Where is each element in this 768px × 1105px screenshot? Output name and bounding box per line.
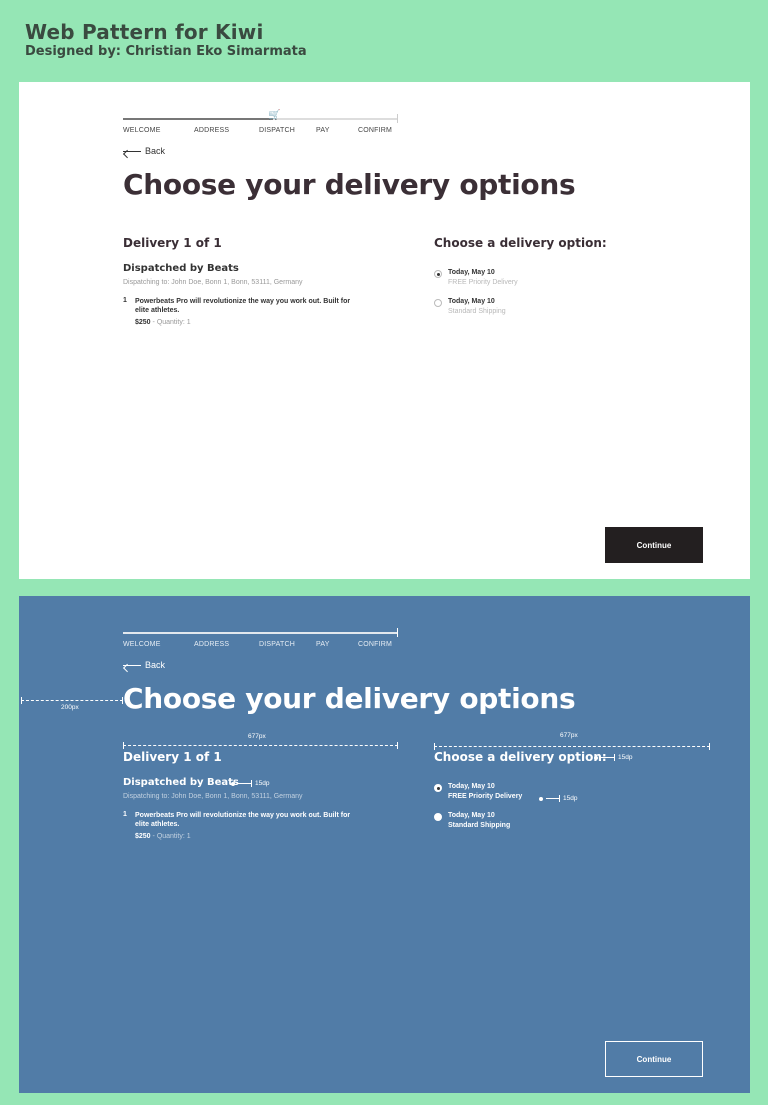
item-number: 1 — [123, 297, 127, 304]
item-description: Powerbeats Pro will revolutionize the wa… — [135, 298, 351, 314]
step-welcome[interactable]: WELCOME — [123, 641, 161, 648]
checkout-mockup-light: 🛒 WELCOME ADDRESS DISPATCH PAY CONFIRM B… — [19, 82, 750, 579]
column-left-width-label: 677px — [248, 733, 266, 740]
delivery-option-priority[interactable]: Today, May 10 FREE Priority Delivery — [434, 783, 522, 800]
delivery-option-priority[interactable]: Today, May 10 FREE Priority Delivery — [434, 269, 518, 286]
delivery-heading: Delivery 1 of 1 — [123, 750, 222, 764]
option-date: Today, May 10 — [448, 812, 495, 819]
item-price-line: $250 - Quantity: 1 — [135, 833, 191, 840]
item-number: 1 — [123, 811, 127, 818]
checkout-mockup-spec: WELCOME ADDRESS DISPATCH PAY CONFIRM Bac… — [19, 596, 750, 1093]
delivery-heading: Delivery 1 of 1 — [123, 236, 222, 250]
item-price: $250 — [135, 833, 151, 840]
step-pay[interactable]: PAY — [316, 641, 330, 648]
back-label: Back — [145, 146, 166, 156]
back-link[interactable]: Back — [123, 660, 165, 670]
arrow-left-icon — [123, 664, 141, 666]
margin-dimension — [21, 697, 123, 704]
continue-button[interactable]: Continue — [605, 527, 703, 563]
spacing-annotation: 15dp — [539, 795, 577, 802]
dispatched-by: Dispatched by Beats — [123, 263, 239, 274]
spacing-label: 15dp — [618, 754, 633, 761]
back-label: Back — [145, 660, 166, 670]
radio-unselected[interactable] — [434, 299, 442, 307]
delivery-option-standard[interactable]: Today, May 10 Standard Shipping — [434, 298, 506, 315]
radio-selected[interactable] — [434, 270, 442, 278]
options-heading: Choose a delivery option: — [434, 750, 607, 764]
item-quantity: Quantity: 1 — [156, 833, 191, 840]
option-date: Today, May 10 — [448, 783, 495, 790]
step-welcome[interactable]: WELCOME — [123, 127, 161, 134]
step-dispatch[interactable]: DISPATCH — [259, 641, 295, 648]
page-title: Web Pattern for Kiwi — [25, 20, 264, 44]
delivery-title: Choose your delivery options — [123, 682, 576, 715]
margin-dimension-label: 200px — [61, 704, 79, 711]
options-heading: Choose a delivery option: — [434, 236, 607, 250]
dispatching-to: Dispatching to: John Doe, Bonn 1, Bonn, … — [123, 279, 303, 286]
step-address[interactable]: ADDRESS — [194, 641, 229, 648]
back-link[interactable]: Back — [123, 146, 165, 156]
item-price: $250 — [135, 319, 151, 326]
arrow-left-icon — [123, 150, 141, 152]
step-dispatch[interactable]: DISPATCH — [259, 127, 295, 134]
column-right-dimension — [434, 743, 710, 750]
option-date: Today, May 10 — [448, 269, 495, 276]
option-date: Today, May 10 — [448, 298, 495, 305]
option-label: Standard Shipping — [448, 822, 511, 829]
spacing-annotation: 15dp — [231, 780, 269, 787]
radio-unselected[interactable] — [434, 813, 442, 821]
delivery-title: Choose your delivery options — [123, 168, 576, 201]
item-description: Powerbeats Pro will revolutionize the wa… — [135, 812, 351, 828]
spacing-label: 15dp — [255, 780, 270, 787]
step-address[interactable]: ADDRESS — [194, 127, 229, 134]
spacing-annotation: 15dp — [594, 754, 632, 761]
page-subtitle: Designed by: Christian Eko Simarmata — [25, 44, 307, 59]
option-label: Standard Shipping — [448, 308, 506, 315]
dispatching-to: Dispatching to: John Doe, Bonn 1, Bonn, … — [123, 793, 303, 800]
shopping-cart-icon: 🛒 — [268, 110, 281, 121]
option-label: FREE Priority Delivery — [448, 279, 518, 286]
step-confirm: CONFIRM — [358, 127, 393, 134]
column-left-dimension — [123, 742, 398, 749]
dispatched-by: Dispatched by Beats — [123, 777, 239, 788]
step-pay: PAY — [316, 127, 330, 134]
radio-selected[interactable] — [434, 784, 442, 792]
continue-button[interactable]: Continue — [605, 1041, 703, 1077]
column-right-width-label: 677px — [560, 732, 578, 739]
delivery-option-standard[interactable]: Today, May 10 Standard Shipping — [434, 812, 510, 829]
item-quantity: Quantity: 1 — [156, 319, 191, 326]
item-price-line: $250 - Quantity: 1 — [135, 319, 191, 326]
option-label: FREE Priority Delivery — [448, 793, 523, 800]
spacing-label: 15dp — [563, 795, 578, 802]
step-confirm[interactable]: CONFIRM — [358, 641, 392, 648]
